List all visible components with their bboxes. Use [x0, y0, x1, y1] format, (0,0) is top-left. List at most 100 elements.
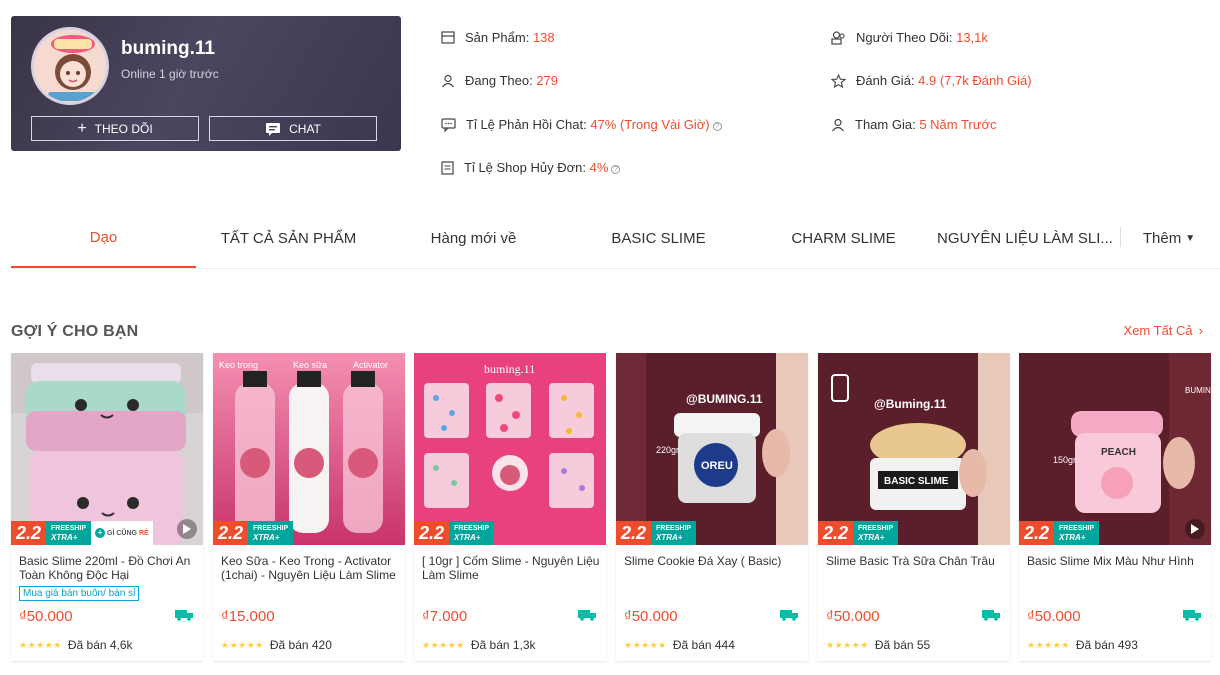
- shop-name: buming.11: [121, 38, 215, 59]
- freeship-badge: FREESHIP XTRA+: [248, 521, 294, 545]
- tab-divider: [1120, 227, 1121, 247]
- star-icon: [831, 73, 846, 88]
- promo-badge: 2.2 FREESHIP XTRA+: [1019, 521, 1100, 545]
- stat-following: Đang Theo: 279: [441, 73, 558, 88]
- image-watermark: @BUMING.11: [686, 392, 763, 406]
- stat-rating-value: 4.9 (7,7k Đánh Giá): [918, 73, 1032, 88]
- jar-label: OREU: [701, 460, 733, 472]
- chat-button-label: CHAT: [289, 121, 321, 136]
- product-price: ₫50.000: [1027, 608, 1081, 625]
- cheap-re-label: RẺ: [139, 529, 149, 537]
- promo-badge: 2.2 FREESHIP XTRA+: [213, 521, 294, 545]
- product-rating: ★★★★★ Đã bán 4,6k: [19, 638, 133, 652]
- cheap-badge: + GÌ CŨNG RẺ: [91, 521, 153, 545]
- product-price: ₫15.000: [221, 608, 275, 625]
- shop-avatar[interactable]: [31, 27, 109, 105]
- tab-label: TẤT CẢ SẢN PHẨM: [220, 229, 357, 247]
- rating-stars: ★★★★★: [221, 639, 264, 650]
- xtra-label: XTRA+: [1059, 533, 1086, 542]
- section-title: GỢI Ý CHO BẠN: [11, 323, 139, 340]
- product-image: @Buming.11 BASIC SLIME 2.2 FREESHIP XTRA+: [818, 353, 1010, 545]
- stat-chat-response-value: 47% (Trong Vài Giờ): [590, 117, 710, 132]
- sale-badge: 2.2: [11, 521, 47, 545]
- stat-followers: Người Theo Dõi: 13,1k: [831, 30, 988, 45]
- weight-label: 150gr: [1053, 455, 1076, 465]
- help-icon[interactable]: ?: [611, 165, 621, 174]
- video-play-icon[interactable]: [1185, 519, 1205, 539]
- freeship-label: FREESHIP: [51, 525, 87, 532]
- stat-joined: Tham Gia: 5 Năm Trước: [831, 117, 997, 132]
- product-card[interactable]: @BUMING.11 OREU 220gr 2.2 FREESHIP XTRA+ …: [616, 353, 808, 661]
- chat-bubble-icon: [441, 117, 456, 132]
- video-play-icon[interactable]: [177, 519, 197, 539]
- stat-rating-label: Đánh Giá:: [856, 73, 915, 88]
- free-shipping-truck-icon: [982, 610, 1000, 621]
- plus-icon: +: [77, 119, 87, 137]
- stat-chat-response-label: Tỉ Lệ Phản Hồi Chat:: [466, 117, 587, 132]
- tab-explore[interactable]: Dạo: [11, 208, 196, 268]
- stat-rating: Đánh Giá: 4.9 (7,7k Đánh Giá): [831, 73, 1032, 88]
- freeship-badge: FREESHIP XTRA+: [651, 521, 697, 545]
- freeship-badge: FREESHIP XTRA+: [1054, 521, 1100, 545]
- freeship-badge: FREESHIP XTRA+: [449, 521, 495, 545]
- sale-badge: 2.2: [213, 521, 249, 545]
- receipt-icon: [441, 160, 454, 175]
- cheap-label: GÌ CŨNG: [107, 529, 137, 537]
- product-rating: ★★★★★ Đã bán 444: [624, 638, 735, 652]
- caret-down-icon: ▼: [1185, 232, 1196, 244]
- sale-badge: 2.2: [1019, 521, 1055, 545]
- freeship-label: FREESHIP: [454, 525, 490, 532]
- follow-button-label: THEO DÕI: [94, 121, 153, 136]
- stat-joined-value: 5 Năm Trước: [919, 117, 997, 132]
- xtra-label: XTRA+: [51, 533, 78, 542]
- wholesale-tag: Mua giá bán buôn/ bán sỉ: [19, 586, 140, 601]
- tab-label: NGUYÊN LIỆU LÀM SLI...: [937, 229, 1113, 247]
- sold-count: Đã bán 444: [672, 638, 735, 652]
- product-rating: ★★★★★ Đã bán 55: [826, 638, 930, 652]
- tab-more[interactable]: Thêm ▼: [1129, 208, 1209, 268]
- stat-followers-value: 13,1k: [956, 30, 988, 45]
- shop-header-card: buming.11 Online 1 giờ trước + THEO DÕI …: [11, 16, 401, 151]
- rating-stars: ★★★★★: [422, 639, 465, 650]
- tab-basic-slime[interactable]: BASIC SLIME: [566, 208, 751, 268]
- sale-badge: 2.2: [414, 521, 450, 545]
- product-card[interactable]: PEACH 150gr BUMING.11 2.2 FREESHIPXTRA+ …: [1019, 353, 1211, 661]
- rating-stars: ★★★★★: [1027, 639, 1070, 650]
- sale-badge: 2.2: [818, 521, 854, 545]
- freeship-label: FREESHIP: [1059, 525, 1095, 532]
- tab-charm-slime[interactable]: CHARM SLIME: [751, 208, 936, 268]
- user-icon: [442, 74, 454, 87]
- stat-products-value: 138: [532, 30, 555, 45]
- xtra-label: XTRA+: [454, 533, 481, 542]
- tab-materials[interactable]: NGUYÊN LIỆU LÀM SLI...: [936, 208, 1114, 268]
- product-card[interactable]: buming.11 2.2 FREESHIP XTRA+ [ 10gr ] Cốm…: [414, 353, 606, 661]
- stat-joined-label: Tham Gia:: [855, 117, 916, 132]
- stat-chat-response: Tỉ Lệ Phản Hồi Chat: 47% (Trong Vài Giờ)…: [441, 117, 722, 132]
- product-card[interactable]: 2.2 FREESHIP XTRA+ + GÌ CŨNG RẺ Basic Slime…: [11, 353, 203, 661]
- image-watermark: @Buming.11: [874, 397, 947, 411]
- freeship-badge: FREESHIP XTRA+: [853, 521, 899, 545]
- tab-all-products[interactable]: TẤT CẢ SẢN PHẨM: [196, 208, 381, 268]
- sold-count: Đã bán 55: [874, 638, 931, 652]
- freeship-label: FREESHIP: [858, 525, 894, 532]
- product-card[interactable]: @Buming.11 BASIC SLIME 2.2 FREESHIP XTRA+…: [818, 353, 1010, 661]
- stat-following-label: Đang Theo:: [465, 73, 533, 88]
- product-price: ₫50.000: [826, 608, 880, 625]
- promo-badge: 2.2 FREESHIP XTRA+: [818, 521, 899, 545]
- xtra-label: XTRA+: [858, 533, 885, 542]
- chat-button[interactable]: CHAT: [209, 116, 377, 141]
- help-icon[interactable]: ?: [712, 122, 722, 131]
- tab-new-arrivals[interactable]: Hàng mới về: [381, 208, 566, 268]
- product-card[interactable]: Keo trong Keo sữa Activator 2.2 FREESHIP…: [213, 353, 405, 661]
- product-price: ₫50.000: [19, 608, 73, 625]
- free-shipping-truck-icon: [175, 610, 193, 621]
- bottle-label: Keo trong: [219, 360, 258, 370]
- product-rating: ★★★★★ Đã bán 1,3k: [422, 638, 536, 652]
- see-all-link[interactable]: Xem Tất Cả ›: [1124, 323, 1203, 338]
- product-image: buming.11 2.2 FREESHIP XTRA+: [414, 353, 606, 545]
- image-watermark: BUMING.11: [1185, 386, 1211, 395]
- free-shipping-truck-icon: [578, 610, 596, 621]
- xtra-label: XTRA+: [253, 533, 280, 542]
- stat-cancel-rate-label: Tỉ Lệ Shop Hủy Đơn:: [464, 160, 586, 175]
- follow-button[interactable]: + THEO DÕI: [31, 116, 199, 141]
